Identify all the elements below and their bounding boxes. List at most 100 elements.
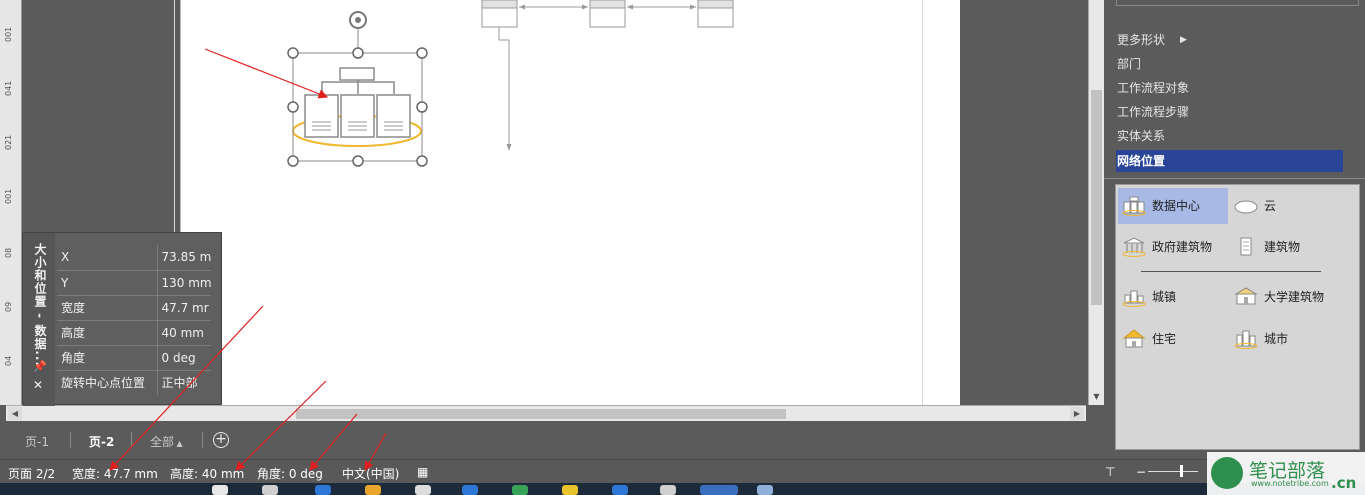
horizontal-scrollbar[interactable]: ◀ ▶ — [6, 405, 1086, 421]
stencil-label: 住宅 — [1152, 332, 1177, 346]
pin-icon[interactable]: 📌 — [33, 360, 47, 373]
vertical-scrollbar[interactable]: ▼ — [1088, 0, 1104, 405]
category-label: 工作流程步骤 — [1117, 105, 1190, 119]
taskbar-app-icon[interactable] — [315, 485, 331, 495]
property-value[interactable]: 73.85 m — [157, 245, 211, 271]
zoom-out-icon[interactable]: − — [1136, 465, 1146, 479]
category-network-locations[interactable]: 网络位置 — [1116, 150, 1343, 172]
town-icon — [1122, 290, 1146, 307]
table-row: 角度 0 deg — [57, 345, 211, 371]
tab-page-2[interactable]: 页-2 — [89, 433, 114, 450]
vertical-scroll-thumb[interactable] — [1091, 90, 1102, 305]
macro-icon[interactable]: ▦ — [417, 465, 428, 479]
stencil-label: 城市 — [1264, 332, 1289, 346]
taskbar-app-icon[interactable] — [700, 485, 738, 495]
category-workflow-steps[interactable]: 工作流程步骤 — [1116, 102, 1356, 126]
property-key: Y — [57, 270, 158, 296]
property-value[interactable]: 47.7 mr — [157, 295, 211, 321]
category-label: 部门 — [1117, 57, 1142, 71]
property-value[interactable]: 正中部 — [157, 370, 211, 395]
size-position-panel: 大小和位置 - 数据... 📌 ✕ X 73.85 m Y 130 mm 宽度 47.… — [22, 232, 222, 406]
category-department[interactable]: 部门 — [1116, 54, 1356, 78]
taskbar-app-icon[interactable] — [612, 485, 628, 495]
status-bar: 页面 2/2 宽度: 47.7 mm 高度: 40 mm 角度: 0 deg 中… — [0, 459, 1365, 483]
category-entity-relationship[interactable]: 实体关系 — [1116, 126, 1356, 150]
rotate-handle-icon[interactable] — [349, 11, 367, 29]
pen-logo-icon — [1211, 457, 1243, 489]
status-angle[interactable]: 角度: 0 deg — [257, 465, 323, 482]
table-row: 高度 40 mm — [57, 320, 211, 346]
property-key: 宽度 — [57, 295, 158, 321]
add-page-icon[interactable]: + — [213, 432, 229, 448]
connectors[interactable] — [498, 6, 696, 148]
status-page[interactable]: 页面 2/2 — [8, 465, 55, 482]
category-label: 工作流程对象 — [1117, 81, 1190, 95]
chevron-right-icon: ▶ — [1180, 35, 1187, 45]
status-height[interactable]: 高度: 40 mm — [170, 465, 244, 482]
stencil-item-university[interactable]: 大学建筑物 — [1230, 279, 1340, 315]
connected-boxes[interactable] — [481, 0, 734, 28]
taskbar-app-icon[interactable] — [660, 485, 676, 495]
status-width[interactable]: 宽度: 47.7 mm — [72, 465, 158, 482]
stencil-label: 大学建筑物 — [1264, 290, 1325, 304]
panel-top-box — [1116, 0, 1359, 6]
category-more-shapes[interactable]: 更多形状 ▶ — [1116, 30, 1356, 54]
cloud-icon — [1234, 200, 1258, 214]
property-value[interactable]: 130 mm — [157, 270, 211, 296]
property-key: 高度 — [57, 320, 158, 346]
taskbar-app-icon[interactable] — [512, 485, 528, 495]
stencil-item-city[interactable]: 城市 — [1230, 321, 1340, 357]
presentation-icon[interactable]: ⊤ — [1105, 465, 1115, 479]
taskbar-app-icon[interactable] — [757, 485, 773, 495]
stencil-divider — [1141, 271, 1321, 272]
stencil-item-house[interactable]: 住宅 — [1118, 321, 1228, 357]
watermark-logo: 笔记部落 www.notetribe.com .cn — [1207, 452, 1365, 495]
page-tabs-bar: 页-1 页-2 全部 ▲ + — [0, 421, 1115, 459]
property-value[interactable]: 0 deg — [157, 345, 211, 371]
scroll-down-icon[interactable]: ▼ — [1089, 391, 1104, 403]
category-label: 网络位置 — [1117, 154, 1166, 168]
stencil-item-datacenter[interactable]: 数据中心 — [1118, 188, 1228, 224]
panel-title-bar[interactable]: 大小和位置 - 数据... 📌 ✕ — [23, 233, 55, 406]
horizontal-scroll-thumb[interactable] — [296, 409, 786, 419]
caret-up-icon: ▲ — [174, 439, 183, 448]
taskbar-app-icon[interactable] — [462, 485, 478, 495]
taskbar-app-icon[interactable] — [365, 485, 381, 495]
close-icon[interactable]: ✕ — [33, 378, 43, 392]
zoom-slider-thumb[interactable] — [1180, 465, 1183, 477]
tab-divider — [70, 432, 71, 448]
stencil-item-town[interactable]: 城镇 — [1118, 279, 1228, 315]
tab-all-pages[interactable]: 全部 ▲ — [150, 433, 183, 450]
scroll-left-icon[interactable]: ◀ — [8, 407, 22, 420]
government-building-icon — [1122, 237, 1146, 257]
stencil-label: 建筑物 — [1264, 240, 1301, 254]
status-language[interactable]: 中文(中国) — [342, 465, 399, 482]
stencil-item-government-building[interactable]: 政府建筑物 — [1118, 229, 1228, 265]
taskbar — [0, 483, 1365, 495]
scroll-right-icon[interactable]: ▶ — [1070, 407, 1084, 420]
taskbar-app-icon[interactable] — [562, 485, 578, 495]
property-value[interactable]: 40 mm — [157, 320, 211, 346]
tab-all-label: 全部 — [150, 435, 175, 449]
datacenter-shape[interactable] — [292, 67, 422, 147]
property-key: X — [57, 245, 158, 271]
tab-divider — [202, 432, 203, 448]
taskbar-app-icon[interactable] — [262, 485, 278, 495]
stencil-label: 政府建筑物 — [1152, 240, 1213, 254]
category-workflow-objects[interactable]: 工作流程对象 — [1116, 78, 1356, 102]
table-row: 宽度 47.7 mr — [57, 295, 211, 321]
stencil-item-cloud[interactable]: 云 — [1230, 188, 1340, 224]
table-row: 旋转中心点位置 正中部 — [57, 370, 211, 395]
building-icon — [1240, 237, 1252, 256]
taskbar-app-icon[interactable] — [415, 485, 431, 495]
tab-page-1[interactable]: 页-1 — [25, 433, 49, 450]
zoom-slider[interactable] — [1148, 471, 1198, 472]
property-key: 旋转中心点位置 — [57, 370, 158, 395]
table-row: Y 130 mm — [57, 270, 211, 296]
shapes-panel: 更多形状 ▶ 部门 工作流程对象 工作流程步骤 实体关系 网络位置 数据中心 云 … — [1104, 0, 1365, 459]
stencil-label: 城镇 — [1152, 290, 1177, 304]
taskbar-app-icon[interactable] — [212, 485, 228, 495]
property-key: 角度 — [57, 345, 158, 371]
stencil-item-building[interactable]: 建筑物 — [1230, 229, 1340, 265]
watermark-suffix: .cn — [1331, 474, 1357, 492]
